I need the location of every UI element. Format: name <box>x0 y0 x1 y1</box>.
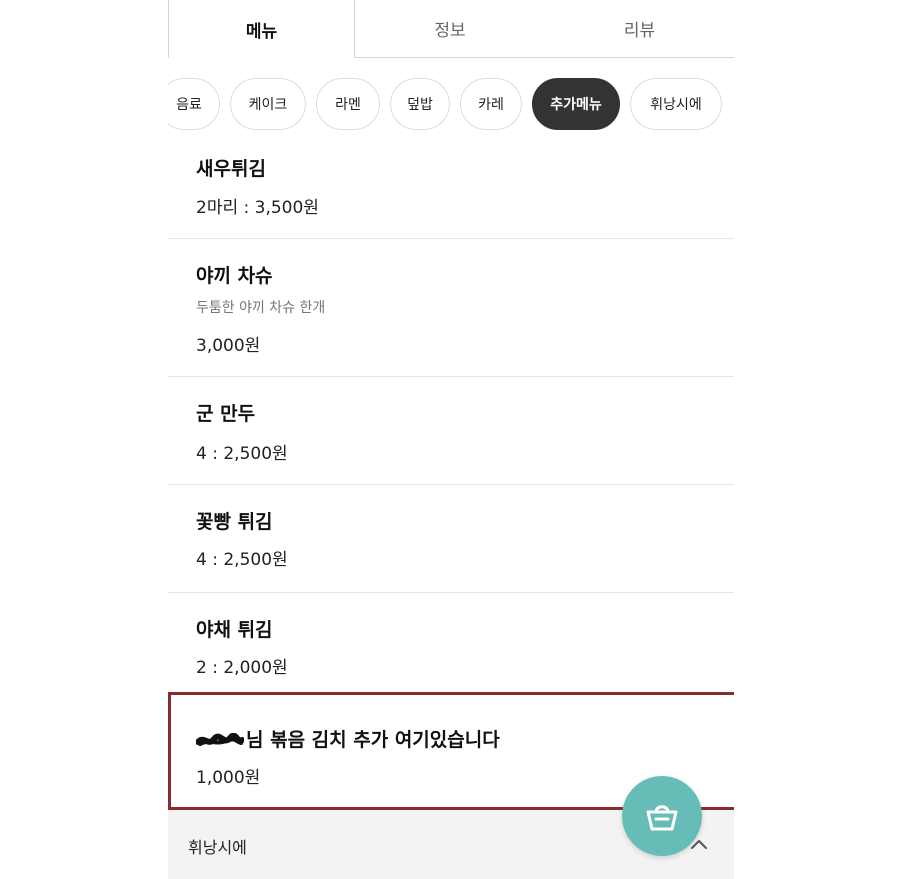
category-chip-financier[interactable]: 휘낭시에 <box>630 78 722 130</box>
menu-item-name: 야채 튀김 <box>196 619 273 641</box>
tab-info[interactable]: 정보 <box>355 0 545 58</box>
category-chip-curry[interactable]: 카레 <box>460 78 522 130</box>
menu-item-price: 2 : 2,000원 <box>196 658 288 678</box>
menu-item[interactable]: 꽃빵 튀김 4 : 2,500원 <box>168 485 734 593</box>
category-chip-cake[interactable]: 케이크 <box>230 78 306 130</box>
category-chips: 음료 케이크 라멘 덮밥 카레 추가메뉴 휘낭시에 <box>168 78 722 130</box>
menu-item-price: 4 : 2,500원 <box>196 550 288 570</box>
cart-button[interactable] <box>622 776 702 856</box>
category-chip-extras[interactable]: 추가메뉴 <box>532 78 620 130</box>
menu-item-price: 2마리 : 3,500원 <box>196 198 319 218</box>
tab-reviews[interactable]: 리뷰 <box>545 0 734 58</box>
shopping-basket-icon <box>646 805 678 831</box>
menu-item-description: 두툼한 야끼 차슈 한개 <box>196 300 326 316</box>
category-chip-ramen[interactable]: 라멘 <box>316 78 380 130</box>
menu-item[interactable]: 야채 튀김 2 : 2,000원 <box>168 593 734 693</box>
menu-item-name: 군 만두 <box>196 403 256 425</box>
menu-item[interactable]: 야끼 차슈 두툼한 야끼 차슈 한개 3,000원 <box>168 239 734 377</box>
category-chip-rice-bowl[interactable]: 덮밥 <box>390 78 450 130</box>
menu-item-name: 새우튀김 <box>196 158 266 180</box>
tab-bar: 메뉴 정보 리뷰 <box>168 0 734 58</box>
category-chip-drinks[interactable]: 음료 <box>168 78 220 130</box>
menu-item[interactable]: 새우튀김 2마리 : 3,500원 <box>168 140 734 239</box>
menu-item[interactable]: 군 만두 4 : 2,500원 <box>168 377 734 485</box>
menu-item-name: 야끼 차슈 <box>196 265 273 287</box>
footer-category-label: 휘낭시에 <box>188 838 247 857</box>
menu-item-price: 4 : 2,500원 <box>196 444 288 464</box>
menu-item-name: 꽃빵 튀김 <box>196 511 273 533</box>
tab-menu[interactable]: 메뉴 <box>168 0 355 58</box>
menu-item-price: 3,000원 <box>196 336 261 356</box>
menu-screen: 메뉴 정보 리뷰 음료 케이크 라멘 덮밥 카레 추가메뉴 휘낭시에 새우튀김 … <box>168 0 734 879</box>
